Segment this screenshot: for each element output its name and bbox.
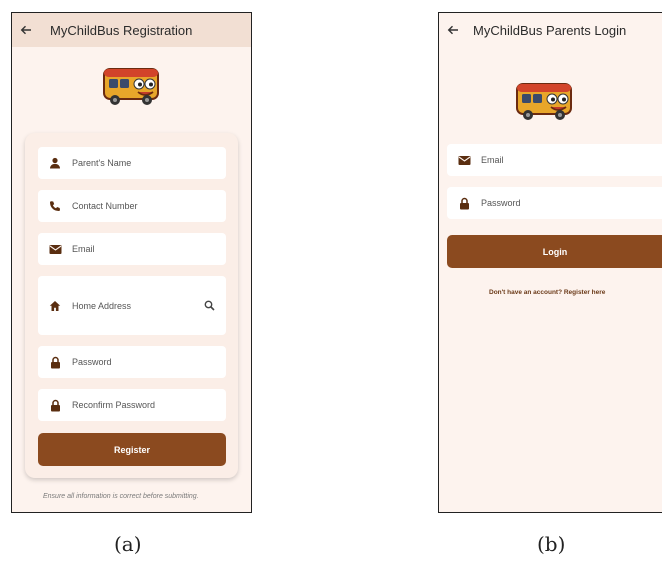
bus-logo <box>103 68 159 105</box>
lock-icon <box>48 398 62 412</box>
password-field[interactable]: Password <box>38 346 226 378</box>
field-label: Password <box>481 198 521 208</box>
email-field[interactable]: Email <box>447 144 662 176</box>
field-label: Email <box>481 155 504 165</box>
registration-form-card: Parent's Name Contact Number Email Home … <box>25 133 238 478</box>
back-arrow-icon[interactable] <box>439 13 467 47</box>
app-bar: MyChildBus Registration <box>12 13 251 47</box>
field-label: Reconfirm Password <box>72 400 156 410</box>
person-icon <box>48 156 62 170</box>
field-label: Home Address <box>72 300 132 311</box>
search-icon[interactable] <box>202 299 216 313</box>
field-label: Parent's Name <box>72 158 132 168</box>
email-field[interactable]: Email <box>38 233 226 265</box>
register-button[interactable]: Register <box>38 433 226 466</box>
mail-icon <box>457 153 471 167</box>
back-arrow-icon[interactable] <box>12 13 40 47</box>
app-bar-title: MyChildBus Registration <box>50 22 193 38</box>
lock-icon <box>48 355 62 369</box>
field-label: Password <box>72 357 112 367</box>
home-icon <box>48 299 62 313</box>
mail-icon <box>48 242 62 256</box>
field-label: Contact Number <box>72 201 138 211</box>
login-screen: MyChildBus Parents Login Email Password … <box>438 12 662 513</box>
home-address-field[interactable]: Home Address <box>38 276 226 335</box>
caption-b: (b) <box>537 532 566 556</box>
lock-icon <box>457 196 471 210</box>
password-field[interactable]: Password <box>447 187 662 219</box>
app-bar-title: MyChildBus Parents Login <box>473 22 627 38</box>
bus-logo <box>516 83 572 120</box>
reconfirm-password-field[interactable]: Reconfirm Password <box>38 389 226 421</box>
registration-screen: MyChildBus Registration Parent's Name Co… <box>11 12 252 513</box>
parent-name-field[interactable]: Parent's Name <box>38 147 226 179</box>
app-bar: MyChildBus Parents Login <box>439 13 662 47</box>
caption-a: (a) <box>114 532 142 556</box>
phone-icon <box>48 199 62 213</box>
contact-number-field[interactable]: Contact Number <box>38 190 226 222</box>
field-label: Email <box>72 244 95 254</box>
form-footnote: Ensure all information is correct before… <box>43 493 199 500</box>
register-link[interactable]: Don't have an account? Register here <box>489 289 605 296</box>
login-button[interactable]: Login <box>447 235 662 268</box>
